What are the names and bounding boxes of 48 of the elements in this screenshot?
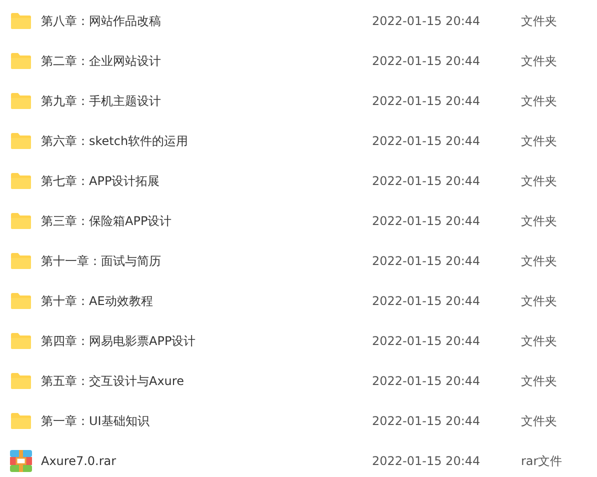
modified-date: 2022-01-15 20:44 bbox=[372, 294, 482, 308]
file-name[interactable]: 第十章：AE动效教程 bbox=[41, 292, 372, 310]
file-type: rar文件 bbox=[521, 452, 564, 470]
folder-icon bbox=[10, 252, 32, 270]
folder-icon bbox=[10, 372, 32, 390]
modified-date: 2022-01-15 20:44 bbox=[372, 14, 482, 28]
folder-icon bbox=[10, 12, 32, 30]
modified-date: 2022-01-15 20:44 bbox=[372, 214, 482, 228]
file-name[interactable]: 第十一章：面试与简历 bbox=[41, 252, 372, 270]
folder-icon bbox=[10, 292, 32, 310]
modified-date: 2022-01-15 20:44 bbox=[372, 334, 482, 348]
folder-icon bbox=[10, 132, 32, 150]
folder-icon bbox=[10, 412, 32, 430]
folder-icon bbox=[10, 92, 32, 110]
modified-date: 2022-01-15 20:44 bbox=[372, 454, 482, 468]
folder-icon bbox=[10, 212, 32, 230]
file-name[interactable]: 第九章：手机主题设计 bbox=[41, 92, 372, 110]
file-name[interactable]: 第五章：交互设计与Axure bbox=[41, 372, 372, 390]
file-type: 文件夹 bbox=[521, 292, 558, 310]
file-name[interactable]: 第三章：保险箱APP设计 bbox=[41, 212, 372, 230]
file-name[interactable]: 第一章：UI基础知识 bbox=[41, 412, 372, 430]
file-name[interactable]: 第四章：网易电影票APP设计 bbox=[41, 332, 372, 350]
modified-date: 2022-01-15 20:44 bbox=[372, 414, 482, 428]
file-type: 文件夹 bbox=[521, 212, 558, 230]
file-name[interactable]: 第六章：sketch软件的运用 bbox=[41, 132, 372, 150]
modified-date: 2022-01-15 20:44 bbox=[372, 94, 482, 108]
modified-date: 2022-01-15 20:44 bbox=[372, 374, 482, 388]
folder-icon bbox=[10, 52, 32, 70]
modified-date: 2022-01-15 20:44 bbox=[372, 54, 482, 68]
file-type: 文件夹 bbox=[521, 412, 558, 430]
file-name[interactable]: Axure7.0.rar bbox=[41, 454, 372, 468]
file-type: 文件夹 bbox=[521, 52, 558, 70]
file-type: 文件夹 bbox=[521, 132, 558, 150]
folder-icon bbox=[10, 332, 32, 350]
file-type: 文件夹 bbox=[521, 92, 558, 110]
file-type: 文件夹 bbox=[521, 172, 558, 190]
file-type: 文件夹 bbox=[521, 252, 558, 270]
file-type: 文件夹 bbox=[521, 12, 558, 30]
file-type: 文件夹 bbox=[521, 372, 558, 390]
archive-icon bbox=[10, 450, 32, 472]
folder-icon bbox=[10, 172, 32, 190]
modified-date: 2022-01-15 20:44 bbox=[372, 254, 482, 268]
modified-date: 2022-01-15 20:44 bbox=[372, 174, 482, 188]
file-name[interactable]: 第八章：网站作品改稿 bbox=[41, 12, 372, 30]
file-name[interactable]: 第二章：企业网站设计 bbox=[41, 52, 372, 70]
file-name[interactable]: 第七章：APP设计拓展 bbox=[41, 172, 372, 190]
modified-date: 2022-01-15 20:44 bbox=[372, 134, 482, 148]
file-type: 文件夹 bbox=[521, 332, 558, 350]
